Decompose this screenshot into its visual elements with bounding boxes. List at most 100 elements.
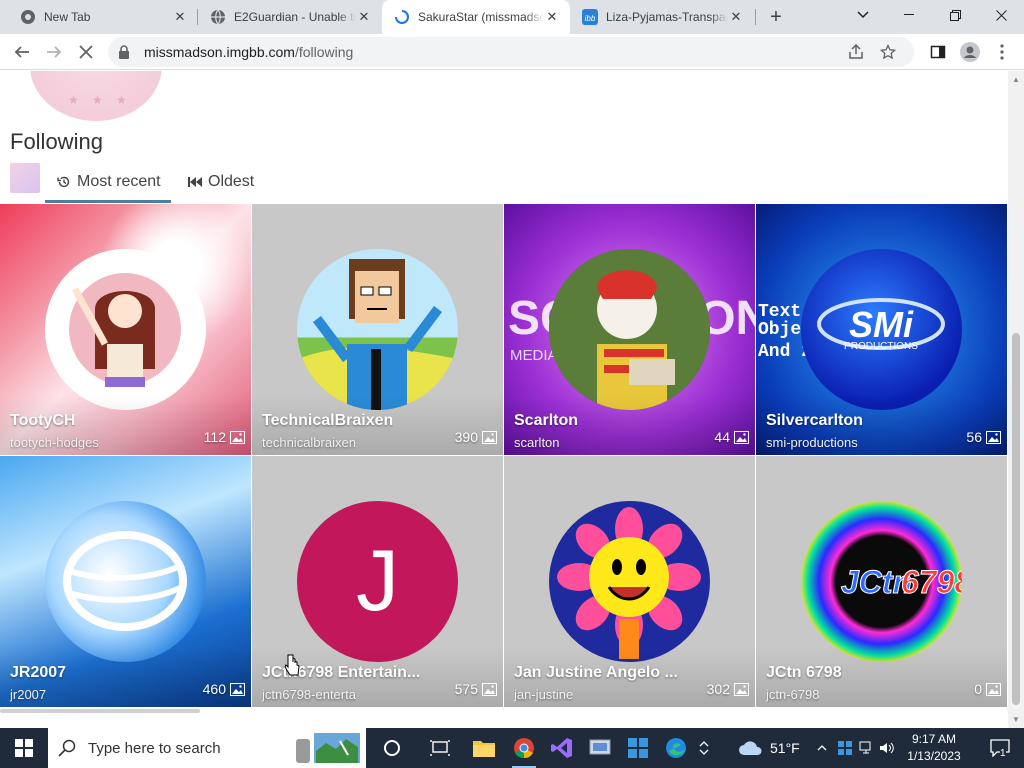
restore-button[interactable] xyxy=(932,0,978,30)
start-button[interactable] xyxy=(0,728,48,768)
avatar[interactable]: JCtn 6798 xyxy=(801,501,962,662)
user-name[interactable]: JCtn 6798 xyxy=(766,664,842,682)
profile-avatar[interactable]: ★ ★ ★ xyxy=(30,71,162,121)
image-count: 575 xyxy=(455,681,497,697)
user-name[interactable]: Scarlton xyxy=(514,412,578,430)
browser-tab-strip: New Tab ✕ E2Guardian - Unable to ✕ Sakur… xyxy=(0,0,1024,34)
user-card-technicalbraixen[interactable]: TechnicalBraixen technicalbraixen 390 xyxy=(252,204,503,455)
scrollbar-thumb[interactable] xyxy=(1012,333,1020,705)
edge-icon[interactable] xyxy=(656,728,696,768)
task-view-icon[interactable] xyxy=(420,728,460,768)
weather-widget[interactable]: 51°F xyxy=(738,728,800,768)
user-card-tootych[interactable]: TootyCH tootych-hodges 112 xyxy=(0,204,251,455)
scrollbar-thumb[interactable] xyxy=(0,709,200,713)
network-icon[interactable] xyxy=(856,728,878,768)
tab-most-recent[interactable]: Most recent xyxy=(45,163,171,203)
tab-new-tab[interactable]: New Tab ✕ xyxy=(8,0,198,34)
count-value: 0 xyxy=(974,681,982,697)
profile-mini-thumbnail[interactable] xyxy=(10,163,40,193)
avatar[interactable]: J xyxy=(297,501,458,662)
windows-logo-icon xyxy=(15,739,33,757)
image-icon xyxy=(986,682,1001,696)
vertical-scrollbar[interactable]: ▲ ▼ xyxy=(1008,71,1024,728)
image-count: 56 xyxy=(966,429,1001,445)
close-window-button[interactable] xyxy=(978,0,1024,30)
avatar[interactable] xyxy=(297,249,458,410)
stop-loading-button[interactable] xyxy=(72,38,100,66)
scroll-up-arrow-icon[interactable]: ▲ xyxy=(1012,75,1020,84)
page-content: ★ ★ ★ Following Most recent Oldest Tooty… xyxy=(0,71,1008,728)
user-username: smi-productions xyxy=(766,435,858,450)
tab-liza-pyjamas[interactable]: ibb Liza-Pyjamas-Transpare ✕ xyxy=(570,0,754,34)
image-icon xyxy=(734,430,749,444)
cartoon-boy-avatar-icon xyxy=(297,259,458,410)
file-explorer-icon[interactable] xyxy=(464,728,504,768)
new-tab-button[interactable]: + xyxy=(764,5,788,29)
user-card-jctn-6798[interactable]: JCtn 6798 JCtn 6798 jctn-6798 0 xyxy=(756,456,1007,707)
count-value: 112 xyxy=(203,429,226,445)
jctn-neon-logo-icon: JCtn 6798 xyxy=(841,564,963,601)
horizontal-scrollbar[interactable] xyxy=(0,709,1008,714)
taskbar-clock[interactable]: 9:17 AM 1/13/2023 xyxy=(896,731,972,765)
sort-tabs: Most recent Oldest xyxy=(0,163,1008,203)
user-card-jan-justine[interactable]: Jan Justine Angelo ... jan-justine 302 xyxy=(504,456,755,707)
taskbar-search[interactable]: Type here to search xyxy=(48,728,366,768)
user-name[interactable]: TootyCH xyxy=(10,412,75,430)
notification-center-icon[interactable]: 1 xyxy=(980,728,1020,768)
count-value: 390 xyxy=(454,429,478,445)
count-value: 56 xyxy=(966,429,982,445)
microsoft-store-icon[interactable] xyxy=(618,728,658,768)
visual-studio-icon[interactable] xyxy=(542,728,582,768)
url-host: missmadson.imgbb.com xyxy=(144,44,295,60)
control-panel-icon[interactable] xyxy=(580,728,620,768)
side-panel-icon[interactable] xyxy=(924,38,952,66)
user-name[interactable]: Jan Justine Angelo ... xyxy=(514,664,678,682)
tab-sakurastar[interactable]: SakuraStar (missmadso ✕ xyxy=(382,0,570,34)
smi-productions-text: PRODUCTIONS xyxy=(844,341,918,352)
user-card-silvercarlton[interactable]: Text Comedy Objects ent And 2020! SMi PR… xyxy=(756,204,1007,455)
bookmark-star-icon[interactable] xyxy=(880,37,896,67)
back-button[interactable] xyxy=(8,38,36,66)
user-name[interactable]: TechnicalBraixen xyxy=(262,412,393,430)
search-highlight-map-icon[interactable] xyxy=(296,731,362,765)
close-tab-icon[interactable]: ✕ xyxy=(356,9,372,25)
address-bar[interactable]: missmadson.imgbb.com/following xyxy=(108,37,914,67)
tab-search-chevron-icon[interactable] xyxy=(840,0,886,30)
avatar[interactable] xyxy=(549,501,710,662)
image-count: 0 xyxy=(974,681,1001,697)
volume-icon[interactable] xyxy=(876,728,898,768)
windows-update-tray-icon[interactable] xyxy=(834,728,856,768)
taskbar-overflow-chevron-icon[interactable] xyxy=(692,728,716,768)
forward-button[interactable] xyxy=(40,38,68,66)
windows-taskbar: Type here to search 51°F 9:17 AM 1/13/20… xyxy=(0,728,1024,768)
scroll-down-arrow-icon[interactable]: ▼ xyxy=(1012,715,1020,724)
lock-icon[interactable] xyxy=(118,45,136,59)
tab-e2guardian[interactable]: E2Guardian - Unable to ✕ xyxy=(198,0,382,34)
more-menu-icon[interactable] xyxy=(988,38,1016,66)
show-hidden-icons-chevron-icon[interactable] xyxy=(812,728,832,768)
close-tab-icon[interactable]: ✕ xyxy=(544,9,560,25)
user-name[interactable]: JR2007 xyxy=(10,664,66,682)
profile-avatar-icon[interactable] xyxy=(956,38,984,66)
avatar[interactable] xyxy=(45,501,206,662)
minimize-button[interactable] xyxy=(886,0,932,30)
share-icon[interactable] xyxy=(848,37,864,67)
close-tab-icon[interactable]: ✕ xyxy=(728,9,744,25)
chrome-taskbar-icon[interactable] xyxy=(504,728,544,768)
globe-icon xyxy=(210,9,226,25)
chrome-icon xyxy=(20,9,36,25)
user-card-scarlton[interactable]: SCARLTON MEDIA INCORPORATED Scarlton sca… xyxy=(504,204,755,455)
tab-oldest[interactable]: Oldest xyxy=(188,163,254,201)
avatar-letter: J xyxy=(356,533,399,629)
clown-photo-avatar-icon xyxy=(549,249,710,410)
image-count: 390 xyxy=(455,429,497,445)
avatar[interactable] xyxy=(549,249,710,410)
avatar[interactable]: SMi PRODUCTIONS xyxy=(801,249,962,410)
user-name[interactable]: Silvercarlton xyxy=(766,412,863,430)
avatar[interactable] xyxy=(45,249,206,410)
user-card-jr2007[interactable]: JR2007 jr2007 460 xyxy=(0,456,251,707)
close-tab-icon[interactable]: ✕ xyxy=(172,9,188,25)
cortana-icon[interactable] xyxy=(372,728,412,768)
page-title: Following xyxy=(10,129,103,154)
weather-temperature: 51°F xyxy=(770,740,800,756)
